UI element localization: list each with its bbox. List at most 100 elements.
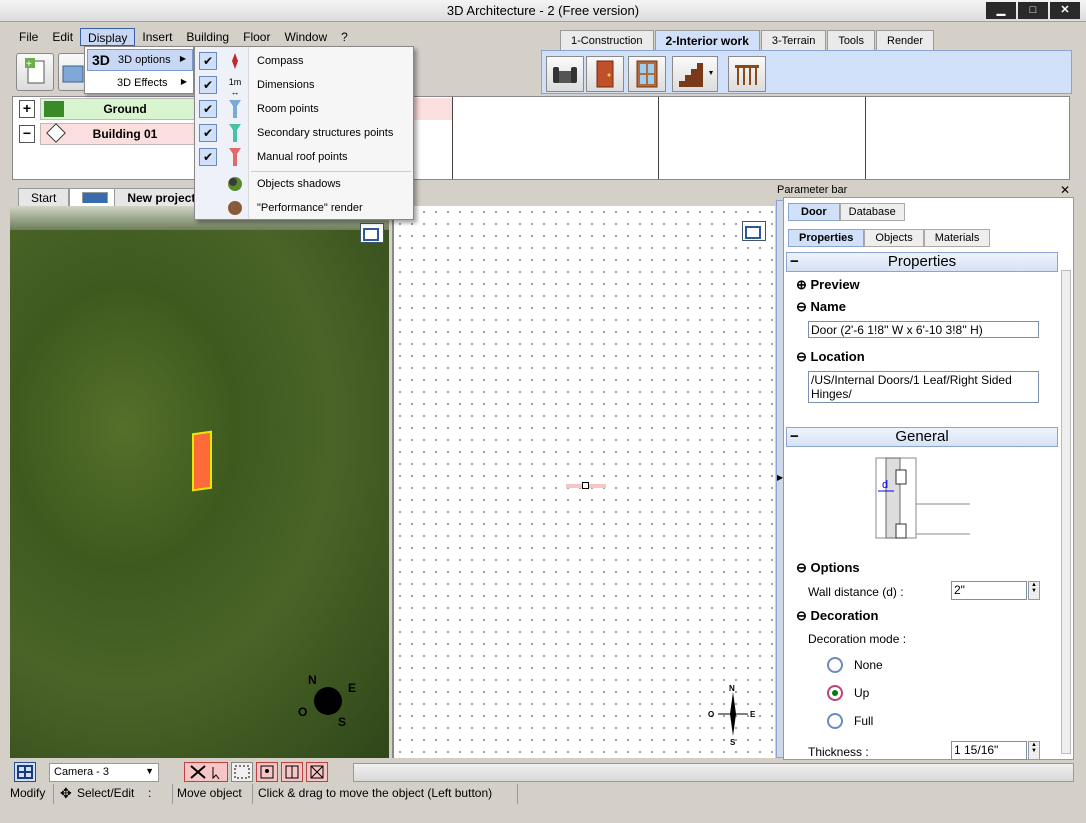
status-move-object: Move object [177, 786, 242, 800]
camera-select[interactable]: Camera - 3 ▼ [49, 763, 159, 782]
view-layout-button[interactable] [14, 762, 36, 782]
submenu-objects-shadows[interactable]: Objects shadows [257, 173, 341, 195]
2d-plan-view[interactable]: N E S O [392, 206, 775, 758]
menu-help[interactable]: ? [334, 28, 355, 46]
options-section[interactable]: ⊖ Options [796, 560, 860, 576]
tab-render[interactable]: Render [876, 30, 935, 50]
menu-3d-effects-label: 3D Effects [117, 77, 168, 89]
check-room-points[interactable]: ✔ [199, 100, 217, 118]
level-ground[interactable]: Ground [40, 98, 210, 120]
location-section[interactable]: ⊖ Location [796, 349, 865, 365]
submenu-arrow-icon: ▶ [179, 54, 186, 63]
status-divider [517, 784, 518, 804]
preview-section[interactable]: ⊕ Preview [796, 277, 860, 293]
tab-database[interactable]: Database [839, 203, 905, 221]
compass-3d-o: O [298, 705, 307, 719]
maximize-view-icon [363, 228, 379, 241]
wall-select-button[interactable] [281, 762, 303, 782]
options-label: Options [810, 560, 860, 575]
railing-icon [735, 65, 759, 85]
decoration-section[interactable]: ⊖ Decoration [796, 608, 878, 624]
collapse-button[interactable]: − [19, 125, 35, 143]
menu-window[interactable]: Window [277, 28, 334, 46]
new-project-button[interactable]: + [16, 53, 54, 91]
menu-bar: File Edit Display Insert Building Floor … [12, 28, 355, 46]
menu-edit[interactable]: Edit [45, 28, 80, 46]
door-2d-handle[interactable] [582, 482, 589, 489]
tab-door[interactable]: Door [788, 203, 840, 221]
radio-none[interactable] [827, 657, 843, 673]
name-label: Name [810, 299, 846, 314]
submenu-room-points[interactable]: Room points [257, 98, 319, 120]
tab-tools[interactable]: Tools [827, 30, 875, 50]
select-mode-button[interactable] [184, 762, 228, 782]
object-select-button[interactable] [306, 762, 328, 782]
level-building[interactable]: Building 01 [40, 123, 210, 145]
thickness-input[interactable]: 1 15/16" [951, 741, 1027, 760]
menu-file[interactable]: File [12, 28, 45, 46]
expand-button[interactable]: + [19, 100, 35, 118]
submenu-roof-points[interactable]: Manual roof points [257, 146, 348, 168]
compass-3d-n: N [308, 673, 317, 687]
menu-item-3d-effects[interactable]: 3D Effects ▶ [87, 73, 193, 93]
menu-item-3d-options[interactable]: 3D 3D options ▶ [87, 49, 193, 71]
tab-materials[interactable]: Materials [923, 229, 991, 247]
menu-display[interactable]: Display [80, 28, 136, 46]
decoration-mode-label: Decoration mode : [808, 632, 907, 646]
wall-distance-input[interactable]: 2" [951, 581, 1027, 600]
railing-button[interactable] [728, 56, 766, 92]
properties-section-header[interactable]: − Properties [786, 252, 1058, 272]
open-project-button[interactable] [58, 53, 86, 91]
submenu-dimensions[interactable]: Dimensions [257, 74, 314, 96]
move-icon: ✥ [60, 785, 72, 801]
marquee-icon [234, 765, 250, 779]
door-3d-object[interactable] [192, 430, 212, 492]
menu-insert[interactable]: Insert [135, 28, 179, 46]
maximize-button[interactable]: □ [1018, 2, 1048, 19]
location-field[interactable]: /US/Internal Doors/1 Leaf/Right Sided Hi… [808, 371, 1039, 403]
submenu-divider [251, 171, 411, 172]
tab-terrain[interactable]: 3-Terrain [760, 30, 827, 50]
marquee-select-button[interactable] [231, 762, 253, 782]
3d-view[interactable]: N E S O [10, 206, 389, 758]
close-parameter-bar-icon[interactable]: ✕ [1060, 183, 1070, 197]
thickness-spinner[interactable]: ▲ ▼ [1028, 741, 1040, 760]
general-section-header[interactable]: − General [786, 427, 1058, 447]
check-dimensions[interactable]: ✔ [199, 76, 217, 94]
compass-2d-o: O [708, 710, 714, 719]
wall-distance-spinner[interactable]: ▲ ▼ [1028, 581, 1040, 600]
roof-point-icon [229, 148, 241, 166]
furniture-button[interactable] [546, 56, 584, 92]
stairs-button[interactable] [672, 56, 718, 92]
submenu-compass[interactable]: Compass [257, 50, 303, 72]
point-select-button[interactable] [256, 762, 278, 782]
check-roof-points[interactable]: ✔ [199, 148, 217, 166]
check-secondary-points[interactable]: ✔ [199, 124, 217, 142]
param-scrollbar[interactable] [1061, 270, 1071, 754]
window-button[interactable] [628, 56, 666, 92]
secondary-point-icon [229, 124, 241, 142]
maximize-2d-view-button[interactable] [742, 221, 766, 241]
name-section[interactable]: ⊖ Name [796, 299, 846, 315]
check-compass[interactable]: ✔ [199, 52, 217, 70]
menu-floor[interactable]: Floor [236, 28, 277, 46]
maximize-3d-view-button[interactable] [360, 223, 384, 243]
tab-interior-work[interactable]: 2-Interior work [654, 30, 760, 50]
tab-construction[interactable]: 1-Construction [560, 30, 654, 50]
minimize-button[interactable]: ▁ [986, 2, 1016, 19]
menu-building[interactable]: Building [179, 28, 236, 46]
ribbon-toolbar [541, 50, 1072, 94]
name-field[interactable]: Door (2'-6 1!8'' W x 6'-10 3!8'' H) [808, 321, 1039, 338]
tab-start[interactable]: Start [18, 188, 70, 207]
level-divider [452, 97, 453, 179]
tab-properties[interactable]: Properties [788, 229, 865, 247]
submenu-performance-render[interactable]: "Performance" render [257, 197, 363, 219]
title-bar: 3D Architecture - 2 (Free version) [0, 0, 1086, 22]
tab-objects[interactable]: Objects [864, 229, 924, 247]
door-button[interactable] [586, 56, 624, 92]
decoration-label: Decoration [810, 608, 879, 623]
close-button[interactable]: ✕ [1050, 2, 1080, 19]
radio-full[interactable] [827, 713, 843, 729]
submenu-secondary-points[interactable]: Secondary structures points [257, 122, 393, 144]
radio-up[interactable] [827, 685, 843, 701]
